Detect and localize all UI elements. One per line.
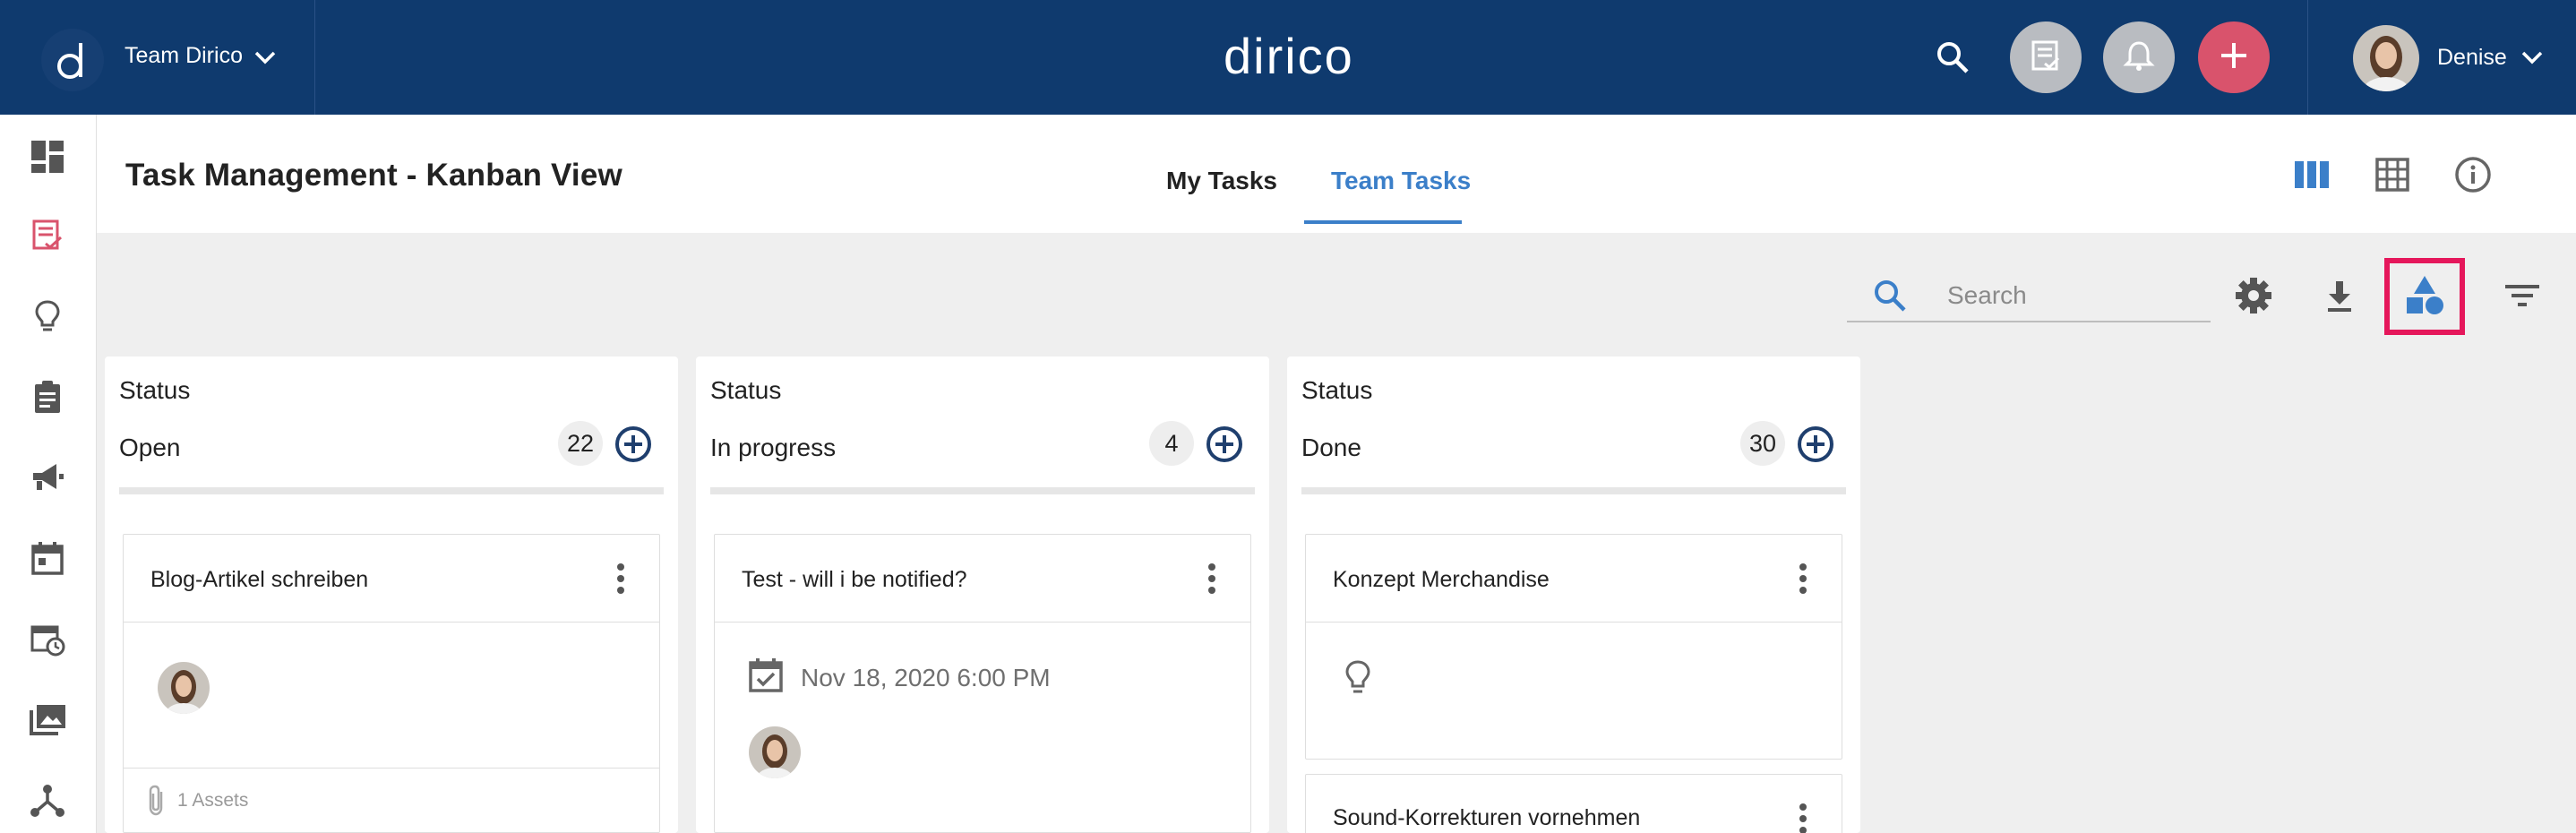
task-card[interactable]: Blog-Artikel schreiben 1 Assets [123,534,660,833]
kanban-view-icon[interactable] [2291,154,2332,195]
task-card-header: Konzept Merchandise [1306,535,1842,623]
plus-icon [2218,39,2250,76]
column-group-label: Status [119,376,191,404]
network-icon[interactable] [27,779,68,820]
column-title: Done [1301,434,1361,461]
calendar-check-icon [747,657,785,699]
assets-count: 1 Assets [177,790,249,811]
task-card[interactable]: Test - will i be notified? Nov 18, 2020 … [714,534,1251,833]
column-divider [710,487,1255,494]
column-divider [119,487,664,494]
task-card-title: Sound-Korrekturen vornehmen [1333,805,1641,830]
lightbulb-icon [1340,658,1376,702]
tasks-button[interactable] [2010,21,2082,93]
column-divider [1301,487,1846,494]
column-title: In progress [710,434,837,461]
task-card[interactable]: Sound-Korrekturen vornehmen [1305,774,1842,833]
column-count-badge: 30 [1740,421,1785,466]
lightbulb-icon[interactable] [27,296,68,337]
user-name: Denise [2437,45,2507,70]
kanban-column-open: Status Open 22 Blog-Artikel schreiben 1 … [105,356,678,833]
kanban-column-in-progress: Status In progress 4 Test - will i be no… [696,356,1269,833]
image-library-icon[interactable] [27,699,68,740]
calendar-clock-icon[interactable] [27,618,68,659]
more-options-icon[interactable] [1206,562,1218,600]
add-task-button[interactable] [1796,425,1835,468]
sidebar [0,115,97,833]
column-count-badge: 4 [1149,421,1194,466]
more-options-icon[interactable] [1797,802,1809,833]
due-date: Nov 18, 2020 6:00 PM [801,664,1051,691]
search-icon[interactable] [1935,39,1971,80]
tasks-icon[interactable] [27,215,68,256]
paperclip-icon [147,785,167,821]
tab-my-tasks[interactable]: My Tasks [1166,167,1277,195]
task-card-title: Konzept Merchandise [1333,567,1550,592]
notifications-button[interactable] [2103,21,2175,93]
more-options-icon[interactable] [1797,562,1809,600]
chevron-down-icon [2520,48,2544,71]
page-title: Task Management - Kanban View [125,158,623,193]
info-icon[interactable] [2452,154,2494,195]
chevron-down-icon [253,48,277,71]
search-icon [1872,278,1908,318]
bell-icon [2122,39,2156,77]
assignee-avatar [749,726,801,778]
column-count-badge: 22 [558,421,603,466]
add-task-button[interactable] [614,425,653,468]
team-switcher[interactable]: Team Dirico [0,0,315,115]
top-bar: Team Dirico dirico Denise [0,0,2576,115]
team-name: Team Dirico [125,43,243,68]
task-card-footer: 1 Assets [124,768,659,833]
task-card-title: Blog-Artikel schreiben [150,567,369,592]
megaphone-icon[interactable] [27,457,68,498]
add-task-button[interactable] [1205,425,1244,468]
gear-icon[interactable] [2232,274,2275,317]
tab-team-tasks[interactable]: Team Tasks [1331,167,1471,195]
task-card[interactable]: Konzept Merchandise [1305,534,1842,760]
dashboard-icon[interactable] [27,136,68,177]
filter-icon[interactable] [2501,274,2544,317]
dirico-logo-icon [41,29,104,91]
shapes-icon [2403,274,2446,320]
column-group-label: Status [710,376,782,404]
task-card-title: Test - will i be notified? [742,567,967,592]
active-tab-indicator [1304,220,1462,224]
more-options-icon[interactable] [614,562,627,600]
task-card-header: Test - will i be notified? [715,535,1250,623]
search-input[interactable] [1947,278,2198,313]
column-group-label: Status [1301,376,1373,404]
clipboard-icon[interactable] [27,376,68,417]
search-field [1847,269,2211,322]
column-title: Open [119,434,181,461]
task-list-icon [2028,38,2064,78]
create-button[interactable] [2198,21,2270,93]
download-icon[interactable] [2318,274,2361,317]
brand-logo: dirico [1224,28,1354,84]
calendar-icon[interactable] [27,537,68,579]
shapes-button[interactable] [2384,258,2465,335]
task-card-header: Blog-Artikel schreiben [124,535,659,623]
page-header: Task Management - Kanban View My Tasks T… [97,115,2576,233]
table-view-icon[interactable] [2372,154,2413,195]
kanban-column-done: Status Done 30 Konzept Merchandise Sound… [1287,356,1860,833]
avatar [2353,25,2419,91]
assignee-avatar [158,662,210,714]
